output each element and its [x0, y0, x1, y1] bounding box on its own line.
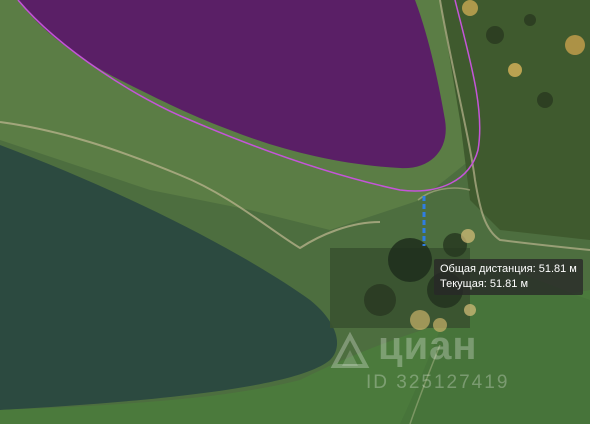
watermark-brand: циан	[378, 324, 478, 368]
cian-watermark: циан ID 325127419	[330, 324, 560, 400]
total-distance-label: Общая дистанция: 51.81 м	[440, 263, 577, 275]
current-distance-label: Текущая: 51.81 м	[440, 278, 529, 290]
cian-logo-icon	[330, 331, 370, 368]
watermark-listing-id: ID 325127419	[366, 372, 510, 393]
distance-tooltip: Общая дистанция: 51.81 м Текущая: 51.81 …	[434, 259, 583, 295]
